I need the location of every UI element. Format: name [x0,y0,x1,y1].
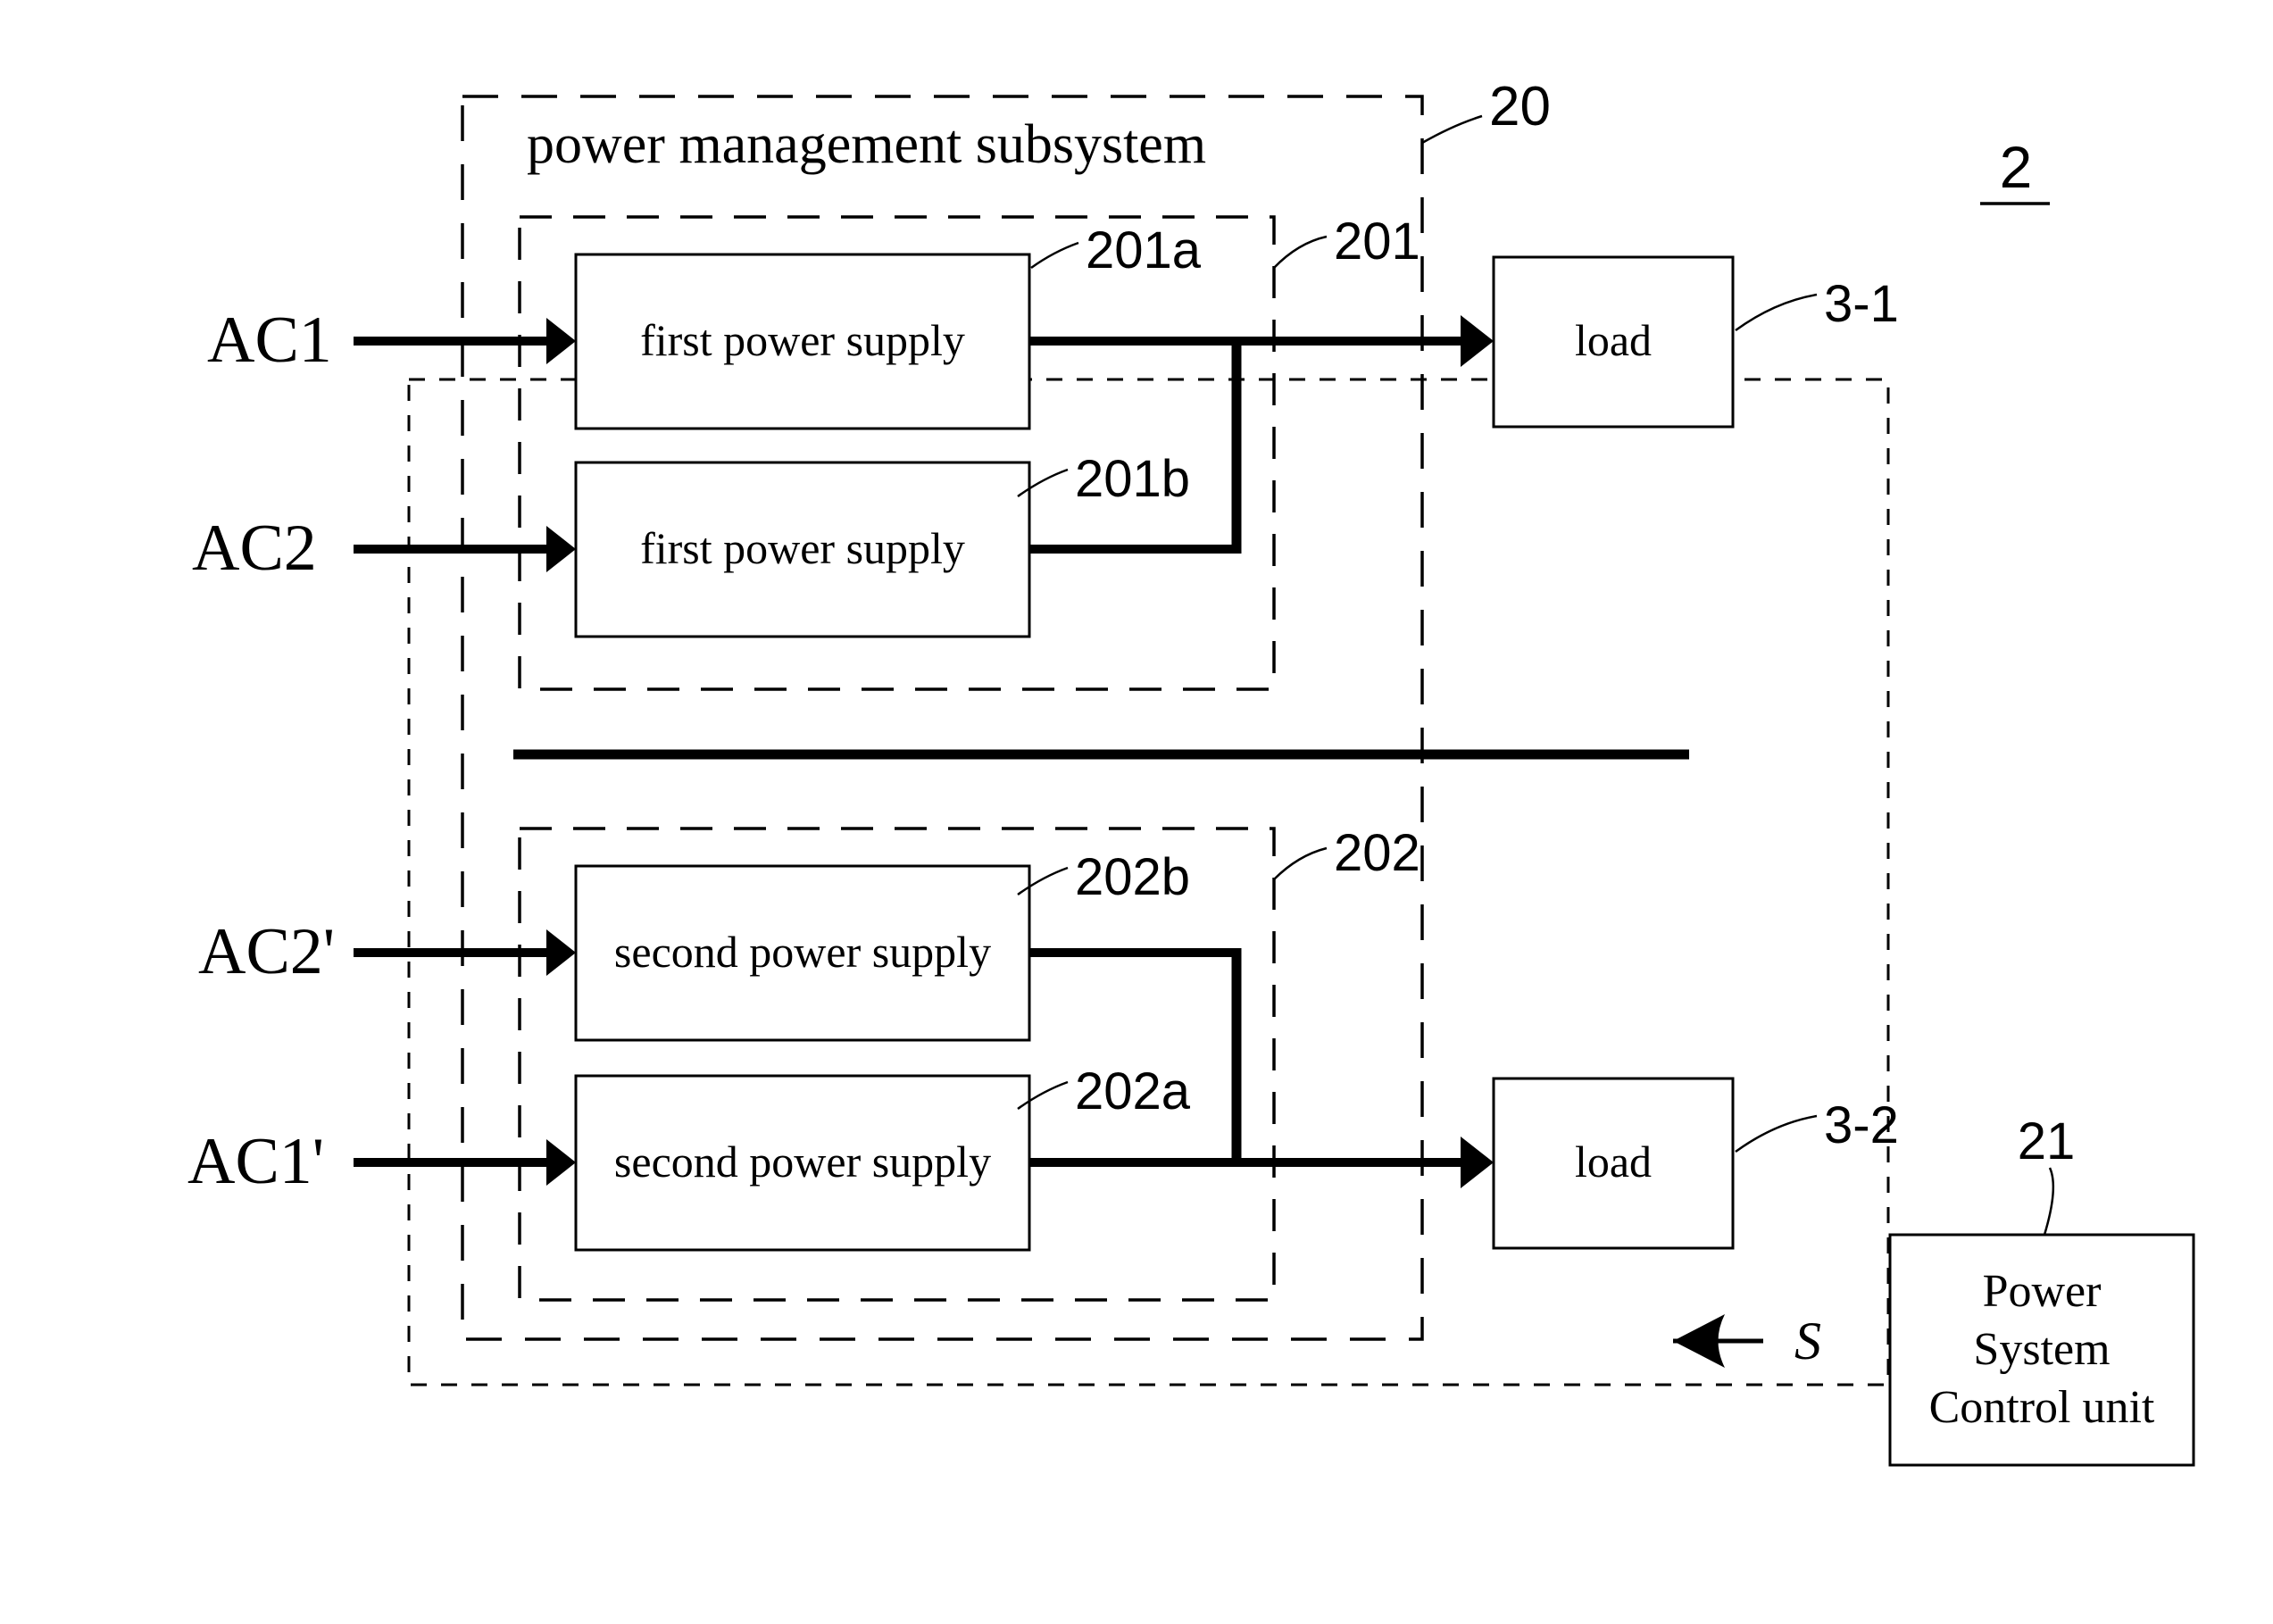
ref-numeral-202a: 202a [1075,1062,1191,1120]
first-power-supply-a-label: first power supply [640,315,965,365]
ref-numeral-20: 20 [1489,76,1551,137]
input-label-ac2: AC2 [192,512,317,585]
input-label-ac1: AC1 [207,304,332,377]
figure-number: 2 [2000,134,2033,200]
figure-canvas: first power supply first power supply AC… [0,0,2273,1624]
ref-numeral-201a: 201a [1086,221,1202,279]
load-3-2-label: load [1575,1137,1652,1187]
signal-s-label: S [1794,1312,1821,1370]
control-unit-label-line3: Control unit [1929,1382,2155,1433]
ref-numeral-21: 21 [2018,1112,2076,1170]
subsystem-title: power management subsystem [527,114,1206,175]
load-3-1-label: load [1575,315,1652,365]
ref-numeral-202b: 202b [1075,848,1190,906]
block-diagram-svg: first power supply first power supply AC… [0,0,2273,1624]
ref-numeral-3-1: 3-1 [1824,275,1899,333]
control-unit-label-line2: System [1973,1324,2110,1375]
input-label-ac2-prime: AC2' [198,915,335,988]
ref-numeral-201b: 201b [1075,450,1190,508]
second-power-supply-b-label: second power supply [614,927,991,977]
ref-numeral-3-2: 3-2 [1824,1096,1899,1154]
control-unit-label-line1: Power [1983,1266,2102,1317]
ref-numeral-201: 201 [1334,212,1420,271]
second-power-supply-a-label: second power supply [614,1137,991,1187]
input-label-ac1-prime: AC1' [187,1125,324,1198]
first-power-supply-b-label: first power supply [640,523,965,573]
ref-numeral-202: 202 [1334,824,1420,882]
